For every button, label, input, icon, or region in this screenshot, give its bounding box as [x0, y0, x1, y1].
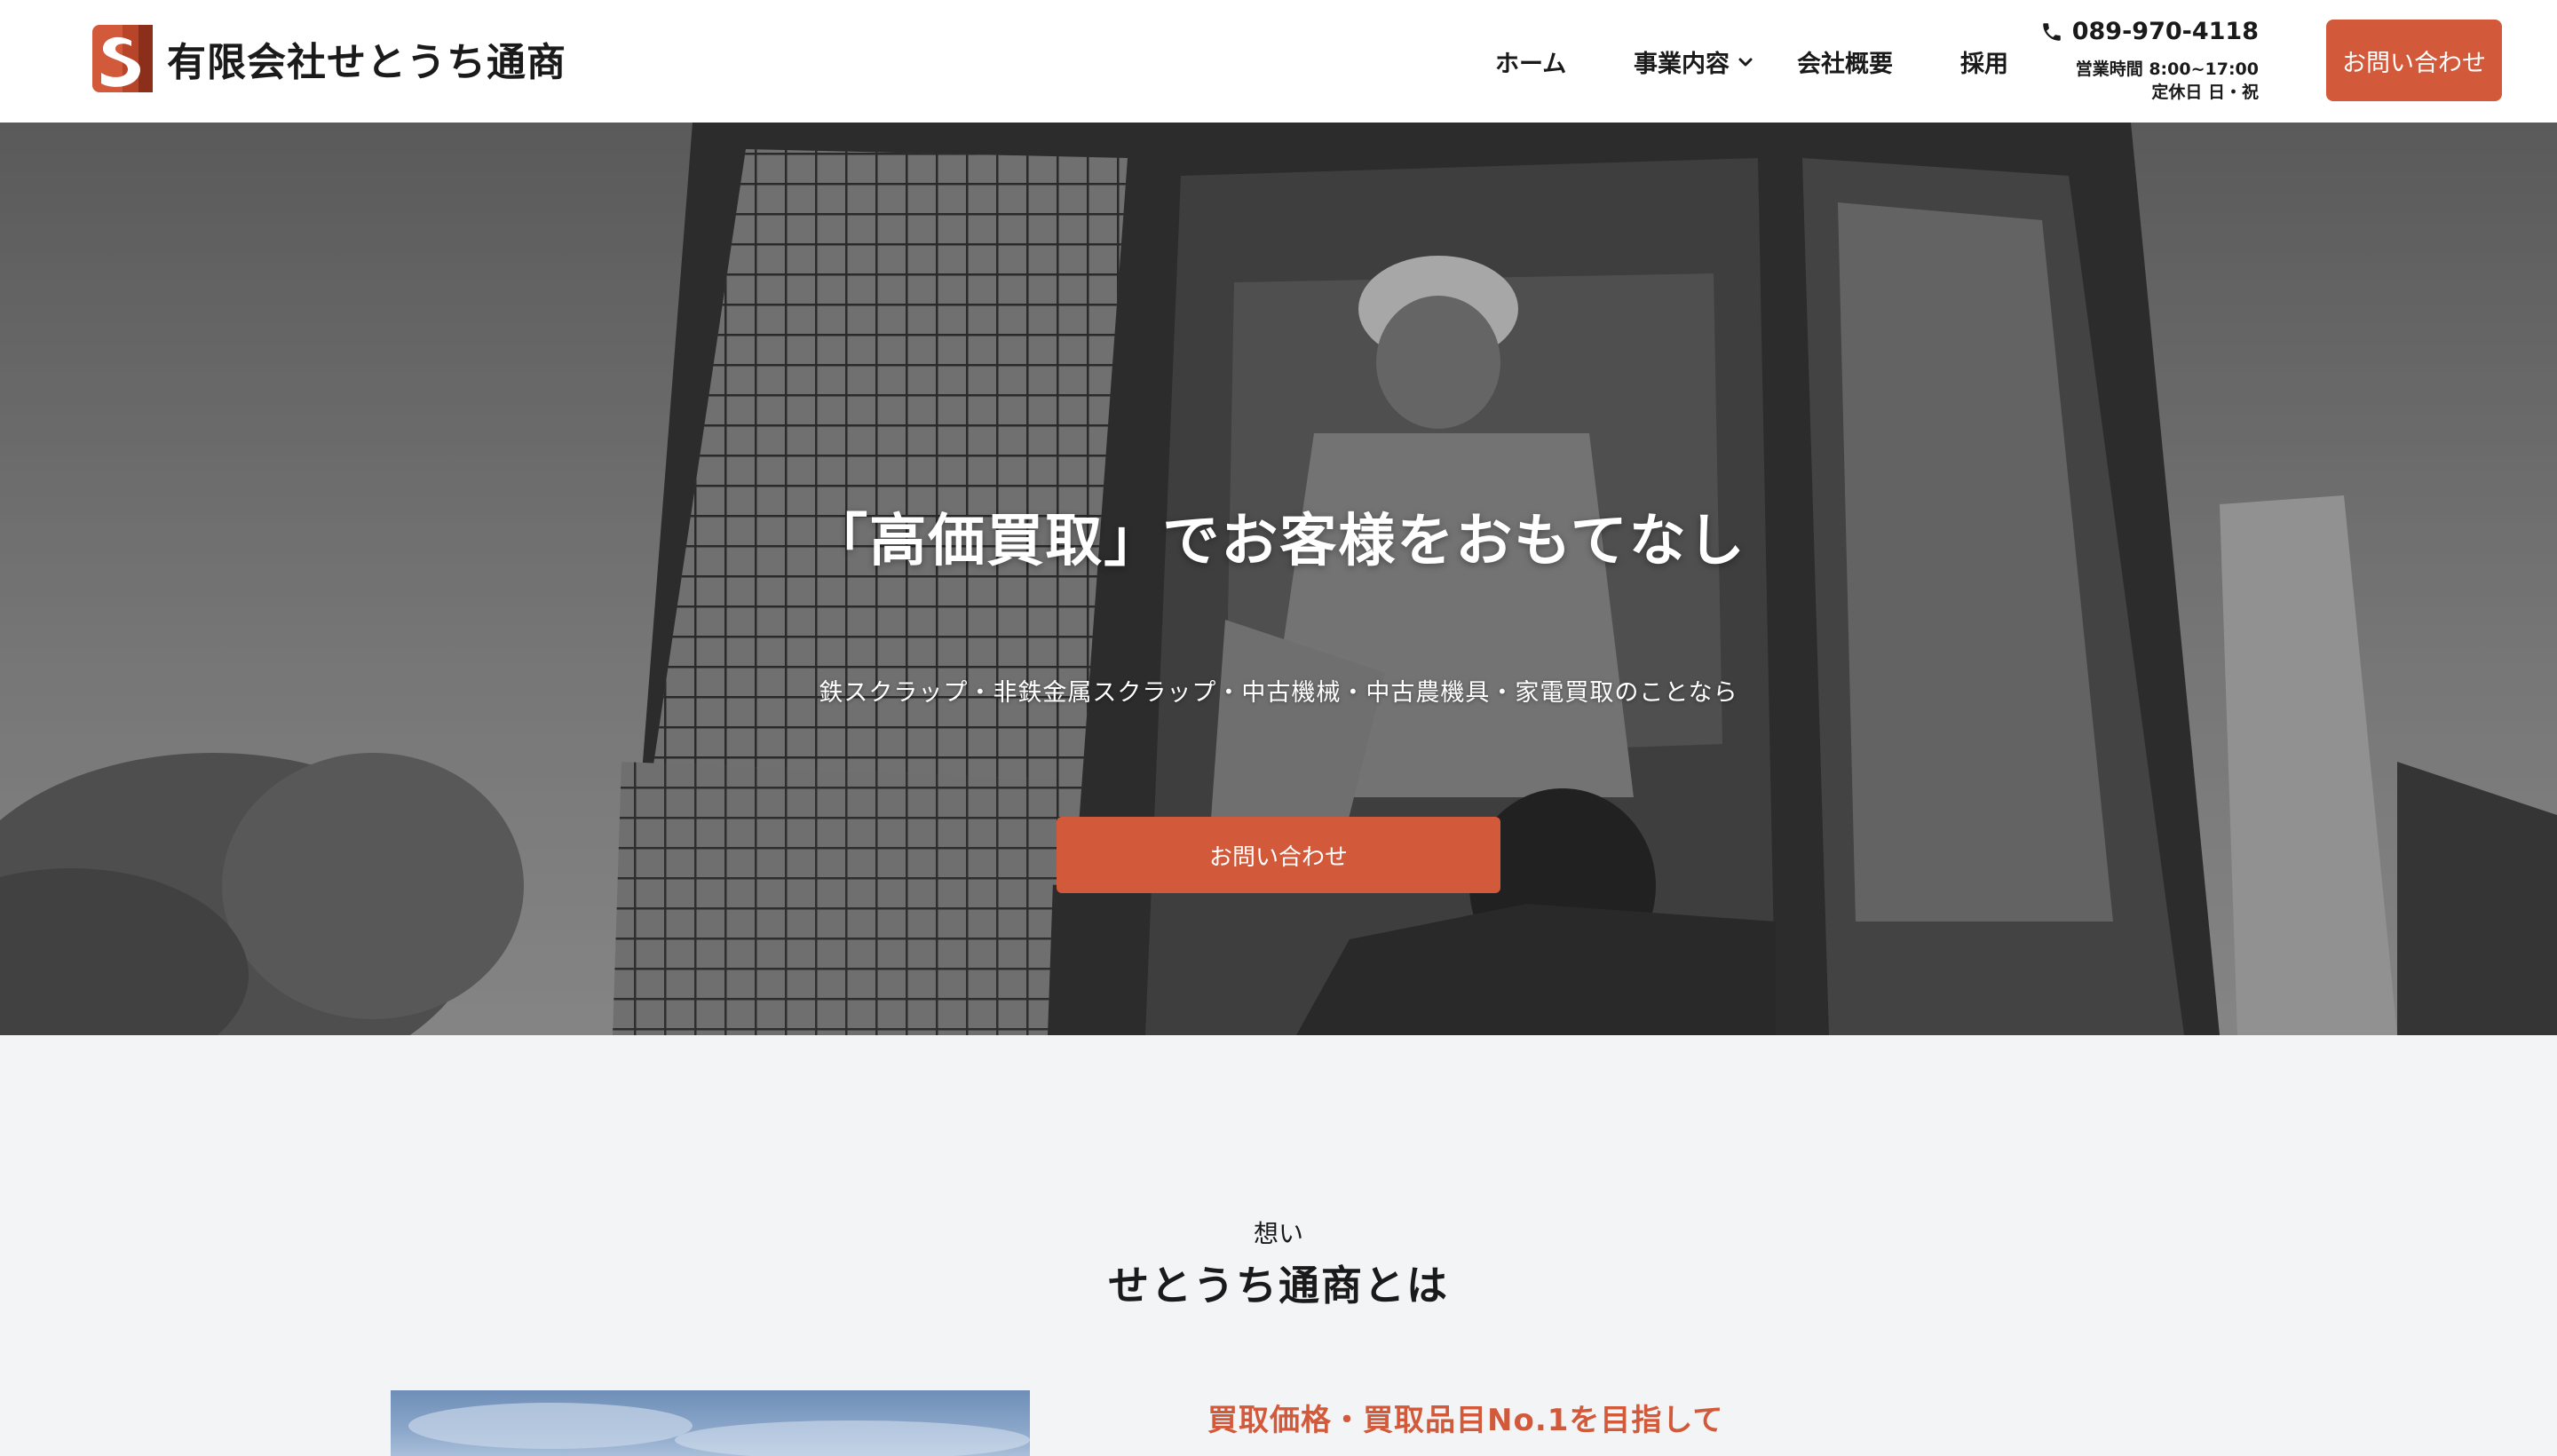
about-photo: [391, 1390, 1030, 1456]
nav-services-label: 事業内容: [1634, 51, 1730, 78]
hero-subtitle: 鉄スクラップ・非鉄金属スクラップ・中古機械・中古農機具・家電買取のことなら: [819, 679, 1738, 707]
sky-photo-image: [408, 1403, 1030, 1456]
nav-services[interactable]: 事業内容: [1634, 44, 1754, 79]
nav-company[interactable]: 会社概要: [1797, 44, 1893, 79]
section-title: せとうち通商とは: [1108, 1262, 1449, 1310]
closed-days: 定休日 日・祝: [2151, 83, 2259, 102]
about-heading: 買取価格・買取品目No.1を目指して: [1207, 1403, 1724, 1438]
contact-info: 089-970-4118 営業時間 8:00~17:00 定休日 日・祝: [2040, 18, 2259, 104]
header-contact-button[interactable]: お問い合わせ: [2326, 20, 2502, 101]
nav-home[interactable]: ホーム: [1495, 44, 1566, 79]
business-hours: 営業時間 8:00~17:00 定休日 日・祝: [2040, 58, 2259, 104]
site-header: 有限会社せとうち通商 ホーム 事業内容 会社概要 採用 089-970-4118…: [0, 0, 2557, 123]
nav-recruit[interactable]: 採用: [1960, 44, 2008, 79]
hero-overlay: [0, 123, 2557, 1035]
logo-text: 有限会社せとうち通商: [167, 40, 566, 85]
chevron-down-icon: [1738, 58, 1753, 66]
logo-mark-icon: [92, 25, 153, 92]
phone-number: 089-970-4118: [2071, 18, 2259, 45]
phone-link[interactable]: 089-970-4118: [2040, 18, 2259, 45]
phone-icon: [2042, 22, 2061, 41]
site-logo[interactable]: 有限会社せとうち通商: [92, 25, 566, 92]
hero-contact-button[interactable]: お問い合わせ: [1057, 817, 1500, 893]
hero-section: 「高価買取」でお客様をおもてなし 鉄スクラップ・非鉄金属スクラップ・中古機械・中…: [0, 123, 2557, 1035]
hours-text: 営業時間 8:00~17:00: [2075, 59, 2259, 79]
hero-title: 「高価買取」でお客様をおもてなし: [811, 509, 1746, 574]
section-eyebrow: 想い: [1253, 1219, 1303, 1248]
